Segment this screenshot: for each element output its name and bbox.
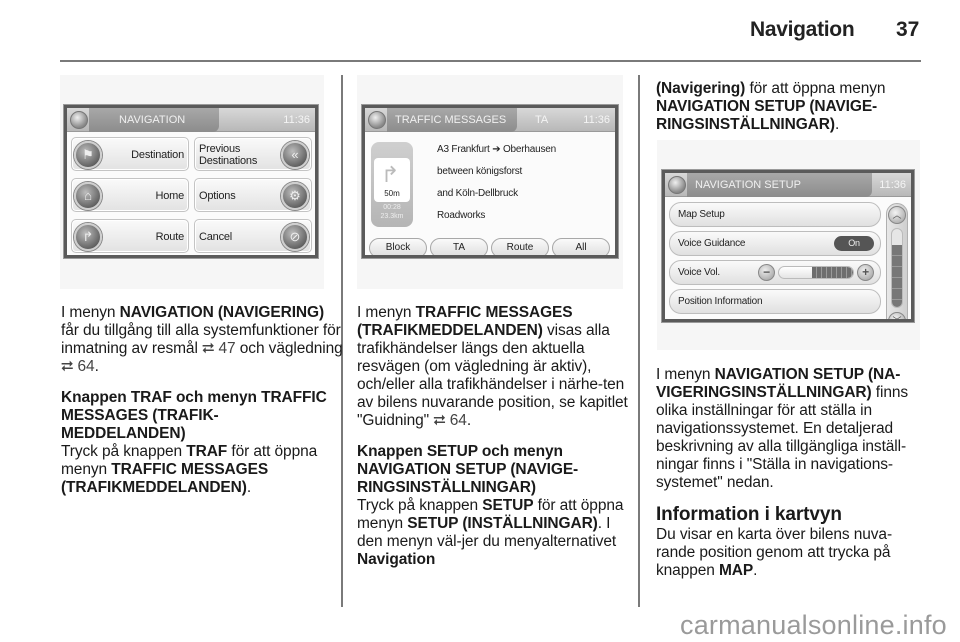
figure-navigation-setup: NAVIGATION SETUP 11:36 Map Setup Voice G…	[657, 140, 920, 350]
screen-title: TRAFFIC MESSAGES	[387, 108, 517, 132]
previous-destinations-button[interactable]: Previous Destinations «	[194, 137, 312, 171]
voice-guidance-item[interactable]: Voice Guidance On	[669, 231, 881, 256]
section-heading: Information i kartvyn	[656, 504, 842, 525]
clock: 11:36	[583, 114, 610, 126]
checkered-flag-icon: ⚑	[74, 141, 102, 169]
section-heading: Knappen TRAF och menyn TRAFFIC MESSAGES …	[61, 389, 327, 442]
column-3-top-text: (Navigering) för att öppna menyn NAVIGAT…	[656, 80, 924, 134]
traffic-messages-screen: TRAFFIC MESSAGES TA 11:36 ↱ 50m 00:28 23…	[362, 105, 618, 258]
navigation-setup-screen: NAVIGATION SETUP 11:36 Map Setup Voice G…	[662, 170, 914, 322]
destination-button[interactable]: ⚑ Destination	[71, 137, 189, 171]
title-bar: TRAFFIC MESSAGES TA 11:36	[365, 108, 615, 132]
traffic-car-icon[interactable]	[368, 111, 386, 129]
figure-navigation-menu: NAVIGATION 11:36 ⚑ Destination Previous …	[60, 75, 324, 289]
position-information-item[interactable]: Position Information	[669, 289, 881, 314]
section-heading: Knappen SETUP och menyn NAVIGATION SETUP…	[357, 443, 579, 496]
screen-title: NAVIGATION	[89, 108, 219, 132]
screen-title: NAVIGATION SETUP	[687, 173, 872, 197]
voice-guidance-toggle[interactable]: On	[834, 236, 874, 251]
all-button[interactable]: All	[552, 238, 610, 255]
navigation-menu-screen: NAVIGATION 11:36 ⚑ Destination Previous …	[64, 105, 318, 258]
page-number: 37	[896, 18, 920, 41]
page-reference[interactable]: ⮂ 47	[202, 340, 236, 357]
column-divider	[638, 75, 640, 607]
traffic-message-line: between königsforst	[437, 166, 523, 177]
traffic-message-line: and Köln-Dellbruck	[437, 188, 518, 199]
traffic-message-line: Roadworks	[437, 210, 486, 221]
rewind-flag-icon: «	[281, 141, 309, 169]
header-rule	[60, 60, 921, 62]
scrollbar[interactable]: ︿ ﹀	[886, 203, 908, 319]
column-2-text: I menyn TRAFFIC MESSAGES (TRAFIKMEDDELAN…	[357, 304, 635, 569]
paragraph: Tryck på knappen SETUP för att öppna men…	[357, 497, 624, 568]
options-button[interactable]: Options ⚙	[194, 178, 312, 212]
title-bar: NAVIGATION SETUP 11:36	[665, 173, 911, 197]
page-reference[interactable]: ⮂ 64	[433, 412, 467, 429]
scroll-thumb[interactable]	[892, 244, 902, 307]
turn-right-arrow-icon: ↱	[381, 162, 400, 187]
paragraph: I menyn NAVIGATION (NAVIGERING) får du t…	[61, 304, 343, 375]
ta-button[interactable]: TA	[430, 238, 488, 255]
home-icon: ⌂	[74, 182, 102, 210]
cancel-route-icon: ⊘	[281, 223, 309, 251]
volume-up-button[interactable]: +	[857, 264, 874, 281]
clock: 11:36	[283, 114, 310, 126]
cancel-button[interactable]: Cancel ⊘	[194, 219, 312, 253]
volume-slider[interactable]	[778, 266, 854, 279]
ta-indicator: TA	[535, 114, 549, 126]
paragraph: (Navigering) för att öppna menyn NAVIGAT…	[656, 80, 886, 133]
route-button[interactable]: ↱ Route	[71, 219, 189, 253]
home-button[interactable]: ⌂ Home	[71, 178, 189, 212]
figure-traffic-messages: TRAFFIC MESSAGES TA 11:36 ↱ 50m 00:28 23…	[357, 75, 623, 289]
paragraph: Tryck på knappen TRAF för att öppna meny…	[61, 443, 318, 496]
column-1-text: I menyn NAVIGATION (NAVIGERING) får du t…	[61, 304, 343, 497]
traffic-message-line: A3 Frankfurt ➔ Oberhausen	[437, 144, 556, 155]
turn-indicator: ↱ 50m 00:28 23.3km	[371, 142, 413, 227]
title-bar: NAVIGATION 11:36	[67, 108, 315, 132]
column-3-text: I menyn NAVIGATION SETUP (NA-VIGERINGSIN…	[656, 366, 926, 580]
turn-distance: 50m	[384, 189, 400, 198]
block-button[interactable]: Block	[369, 238, 427, 255]
remaining-distance: 23.3km	[380, 213, 404, 220]
map-setup-item[interactable]: Map Setup	[669, 202, 881, 227]
volume-down-button[interactable]: −	[758, 264, 775, 281]
paragraph: Du visar en karta över bilens nuva-rande…	[656, 526, 893, 579]
scroll-up-icon[interactable]: ︿	[888, 206, 906, 224]
scroll-track[interactable]	[891, 228, 903, 308]
running-header-title: Navigation	[750, 18, 855, 41]
scroll-down-icon[interactable]: ﹀	[888, 312, 906, 319]
clock: 11:36	[879, 179, 906, 191]
gears-icon[interactable]	[668, 176, 686, 194]
eta: 00:28	[383, 204, 401, 211]
paragraph: I menyn TRAFFIC MESSAGES (TRAFIKMEDDELAN…	[357, 304, 628, 429]
paragraph: I menyn NAVIGATION SETUP (NA-VIGERINGSIN…	[656, 366, 909, 491]
route-signpost-icon: ↱	[74, 223, 102, 251]
voice-volume-item: Voice Vol. − +	[669, 260, 881, 285]
gears-icon: ⚙	[281, 182, 309, 210]
watermark: carmanualsonline.info	[680, 610, 947, 640]
route-button[interactable]: Route	[491, 238, 549, 255]
page-reference[interactable]: ⮂ 64	[61, 358, 95, 375]
volume-level	[812, 267, 853, 278]
info-icon[interactable]	[70, 111, 88, 129]
